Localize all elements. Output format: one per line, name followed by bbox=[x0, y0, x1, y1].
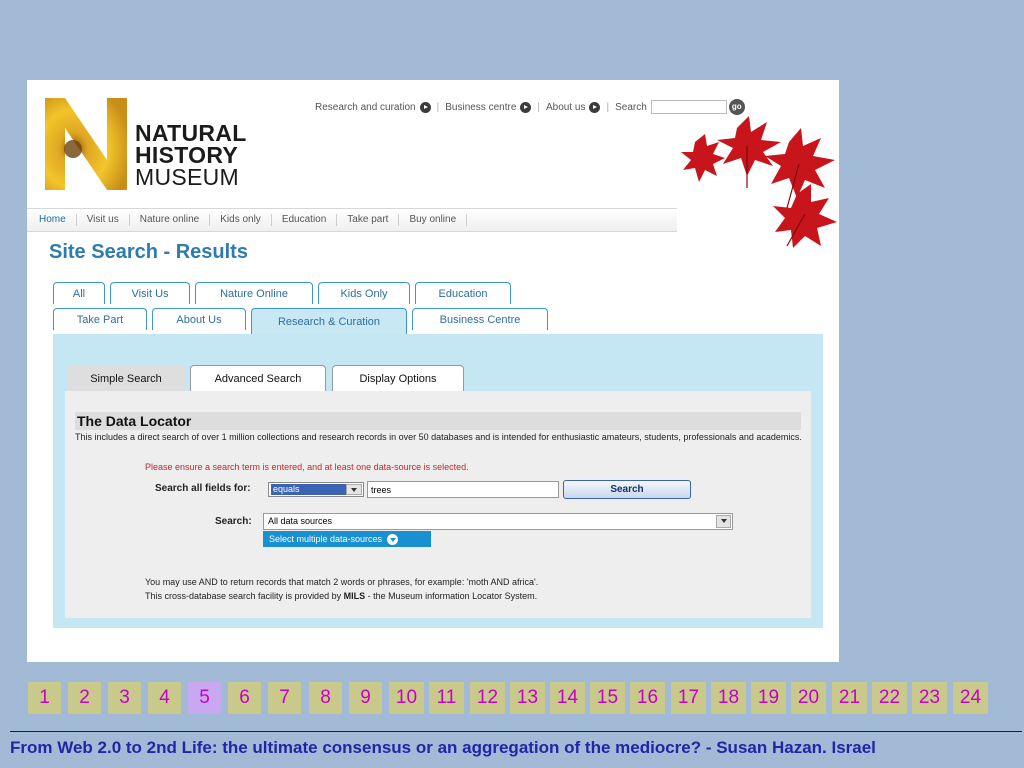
logo-line-1: NATURAL bbox=[135, 120, 247, 146]
tab-education[interactable]: Education bbox=[415, 282, 511, 304]
nav-education[interactable]: Education bbox=[272, 214, 338, 226]
data-locator-description: This includes a direct search of over 1 … bbox=[75, 432, 802, 442]
data-sources-select[interactable]: All data sources bbox=[263, 513, 733, 530]
slide-link-1[interactable]: 1 bbox=[28, 682, 61, 714]
search-hint-and: You may use AND to return records that m… bbox=[145, 577, 539, 587]
slide-link-20[interactable]: 20 bbox=[791, 682, 826, 714]
red-leaves-decoration bbox=[681, 116, 837, 248]
tab-advanced-search[interactable]: Advanced Search bbox=[190, 365, 326, 391]
divider: | bbox=[436, 101, 440, 113]
slide-link-22[interactable]: 22 bbox=[872, 682, 907, 714]
logo-line-3: MUSEUM bbox=[135, 164, 240, 190]
slide-link-15[interactable]: 15 bbox=[590, 682, 625, 714]
search-all-fields-label: Search all fields for: bbox=[155, 483, 251, 494]
presentation-footer: From Web 2.0 to 2nd Life: the ultimate c… bbox=[10, 738, 876, 757]
data-locator-title: The Data Locator bbox=[75, 412, 801, 430]
tab-nature-online[interactable]: Nature Online bbox=[195, 282, 313, 304]
arrow-right-icon bbox=[589, 101, 601, 113]
data-sources-label: Search: bbox=[215, 516, 252, 527]
slide-link-6[interactable]: 6 bbox=[228, 682, 261, 714]
topnav-research-link[interactable]: Research and curation bbox=[315, 101, 431, 113]
divider: | bbox=[606, 101, 610, 113]
slide-link-23[interactable]: 23 bbox=[912, 682, 947, 714]
slide-link-14[interactable]: 14 bbox=[550, 682, 585, 714]
slide-link-7[interactable]: 7 bbox=[268, 682, 301, 714]
nav-visit-us[interactable]: Visit us bbox=[77, 214, 130, 226]
topnav-business-link[interactable]: Business centre bbox=[445, 101, 532, 113]
tab-about-us[interactable]: About Us bbox=[152, 308, 246, 330]
tab-all[interactable]: All bbox=[53, 282, 105, 304]
slide-link-18[interactable]: 18 bbox=[711, 682, 746, 714]
match-type-select[interactable]: equals bbox=[268, 482, 364, 497]
tab-take-part[interactable]: Take Part bbox=[53, 308, 147, 330]
slide-link-5-current[interactable]: 5 bbox=[188, 682, 221, 714]
slide-link-9[interactable]: 9 bbox=[349, 682, 382, 714]
slide-link-12[interactable]: 12 bbox=[470, 682, 505, 714]
search-button[interactable]: Search bbox=[563, 480, 691, 499]
main-nav: Home Visit us Nature online Kids only Ed… bbox=[27, 208, 677, 232]
data-sources-value: All data sources bbox=[268, 516, 333, 526]
select-multiple-label: Select multiple data-sources bbox=[269, 534, 383, 544]
topnav-about-link[interactable]: About us bbox=[546, 101, 601, 113]
nav-kids-only[interactable]: Kids only bbox=[210, 214, 272, 226]
category-tabs: All Visit Us Nature Online Kids Only Edu… bbox=[53, 282, 833, 334]
search-hint-mils: This cross-database search facility is p… bbox=[145, 591, 538, 601]
nhm-logo-text[interactable]: NATURAL HISTORY MUSEUM bbox=[135, 120, 247, 190]
tab-business-centre[interactable]: Business Centre bbox=[412, 308, 548, 330]
mils-link[interactable]: MILS bbox=[344, 591, 366, 601]
data-locator-form: The Data Locator This includes a direct … bbox=[65, 391, 811, 618]
slide-link-4[interactable]: 4 bbox=[148, 682, 181, 714]
nhm-logo-icon[interactable] bbox=[43, 94, 129, 192]
chevron-down-icon[interactable] bbox=[716, 515, 731, 528]
slide-link-2[interactable]: 2 bbox=[68, 682, 101, 714]
arrow-right-icon bbox=[520, 101, 532, 113]
slide-link-17[interactable]: 17 bbox=[671, 682, 706, 714]
arrow-right-icon bbox=[419, 101, 431, 113]
tab-research-curation[interactable]: Research & Curation bbox=[251, 308, 407, 334]
chevron-down-icon[interactable] bbox=[346, 484, 362, 495]
nav-buy-online[interactable]: Buy online bbox=[399, 214, 468, 226]
match-type-value: equals bbox=[271, 484, 346, 495]
slide-link-8[interactable]: 8 bbox=[309, 682, 342, 714]
tab-kids-only[interactable]: Kids Only bbox=[318, 282, 410, 304]
logo-line-2: HISTORY bbox=[135, 142, 239, 168]
slide-link-13[interactable]: 13 bbox=[510, 682, 545, 714]
footer-divider bbox=[10, 731, 1022, 732]
divider: | bbox=[537, 101, 540, 113]
website-screenshot: NATURAL HISTORY MUSEUM Research and cura… bbox=[27, 80, 839, 662]
topnav-search-label: Search bbox=[615, 101, 647, 113]
slide-link-21[interactable]: 21 bbox=[832, 682, 867, 714]
nav-nature-online[interactable]: Nature online bbox=[130, 214, 211, 226]
nav-take-part[interactable]: Take part bbox=[337, 214, 400, 226]
slide-link-16[interactable]: 16 bbox=[630, 682, 665, 714]
tab-display-options[interactable]: Display Options bbox=[332, 365, 464, 391]
search-term-input[interactable] bbox=[367, 481, 559, 498]
page-title: Site Search - Results bbox=[49, 241, 248, 263]
slide-link-19[interactable]: 19 bbox=[751, 682, 786, 714]
tab-simple-search[interactable]: Simple Search bbox=[67, 365, 185, 391]
select-multiple-sources-button[interactable]: Select multiple data-sources bbox=[263, 531, 431, 547]
slide-link-10[interactable]: 10 bbox=[389, 682, 424, 714]
nav-home[interactable]: Home bbox=[27, 214, 77, 226]
slide-link-3[interactable]: 3 bbox=[108, 682, 141, 714]
slide-link-24[interactable]: 24 bbox=[953, 682, 988, 714]
tab-visit-us[interactable]: Visit Us bbox=[110, 282, 190, 304]
chevron-down-circle-icon bbox=[387, 533, 399, 545]
validation-warning: Please ensure a search term is entered, … bbox=[145, 462, 469, 472]
slide-link-11[interactable]: 11 bbox=[429, 682, 464, 714]
